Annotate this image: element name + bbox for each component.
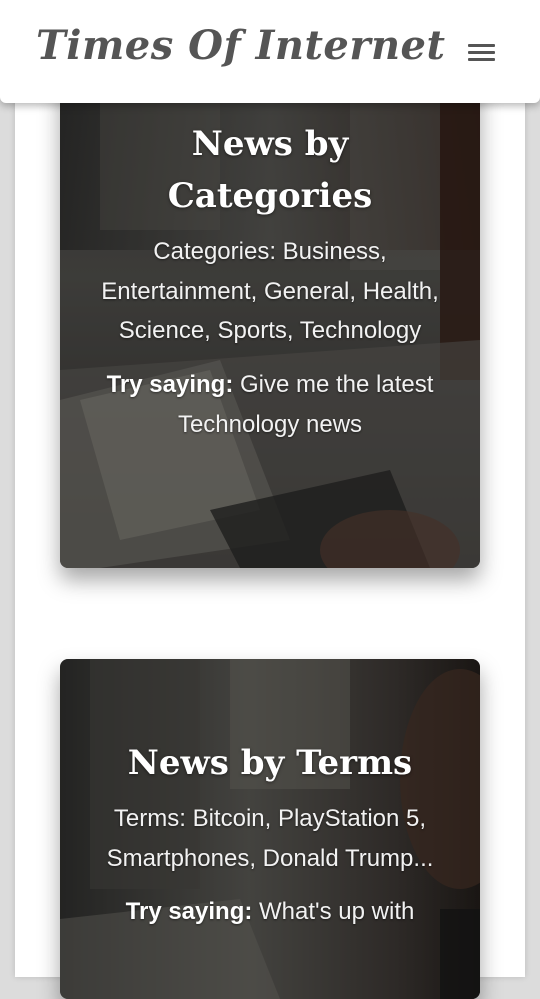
card-title: News by Categories — [167, 124, 373, 216]
card-news-by-terms[interactable]: News by Terms Terms: Bitcoin, PlayStatio… — [60, 659, 480, 999]
try-saying-label: Try saying: — [125, 898, 253, 925]
card-title: News by Terms — [127, 743, 413, 783]
menu-button[interactable] — [462, 38, 502, 68]
brand-logo[interactable]: Times Of Internet — [36, 22, 445, 69]
card-description: Terms: Bitcoin, PlayStation 5, Smartphon… — [106, 805, 434, 872]
card-try-saying: Try saying: Give me the latest Technolog… — [84, 365, 456, 445]
try-saying-label: Try saying: — [106, 370, 234, 398]
app-header: Times Of Internet — [0, 0, 540, 103]
card-try-saying: Try saying: What's up with — [84, 892, 456, 932]
try-saying-text: What's up with — [252, 898, 415, 925]
card-news-by-categories[interactable]: News by Categories Categories: Business,… — [60, 40, 480, 568]
card-description: Categories: Business, Entertainment, Gen… — [101, 238, 439, 344]
